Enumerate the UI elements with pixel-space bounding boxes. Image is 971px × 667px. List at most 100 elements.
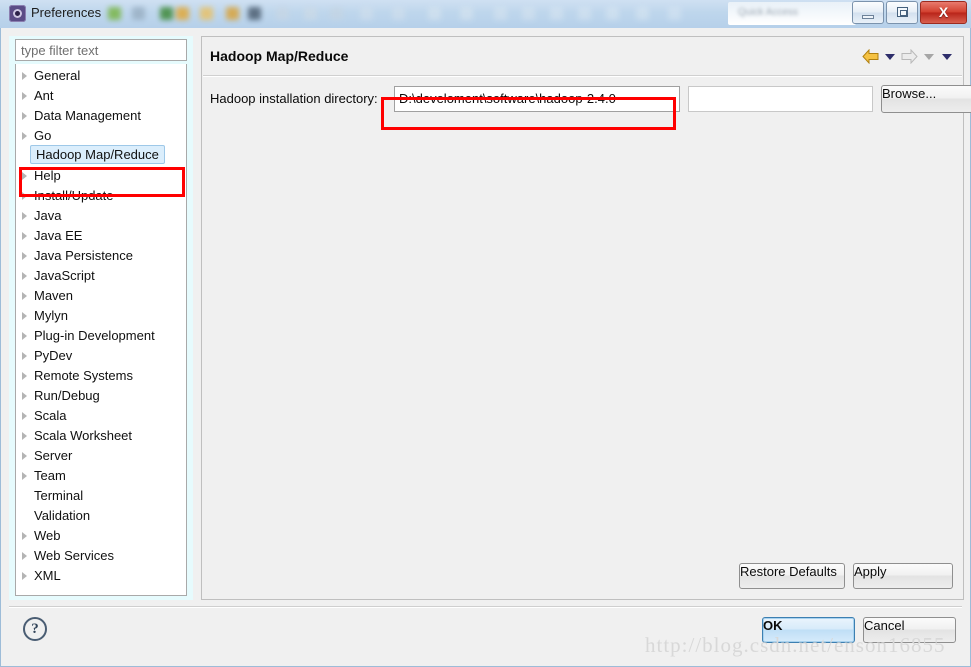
more-menu-chevron-down-icon[interactable] <box>942 53 952 60</box>
maximize-button[interactable] <box>886 1 918 24</box>
sidebar-item-label: Go <box>34 128 52 143</box>
sidebar-item-ant[interactable]: Ant <box>16 86 186 106</box>
sidebar-item-label: General <box>34 68 81 83</box>
back-menu-chevron-down-icon[interactable] <box>885 53 895 60</box>
minimize-icon <box>862 15 874 19</box>
sidebar-item-remote-systems[interactable]: Remote Systems <box>16 366 186 386</box>
sidebar-item-server[interactable]: Server <box>16 446 186 466</box>
sidebar-item-label: Web Services <box>34 548 114 563</box>
back-arrow-icon[interactable] <box>862 48 879 65</box>
preferences-dialog-window: Preferences Quick Access X type filter t… <box>0 0 971 667</box>
apply-button[interactable]: Apply <box>853 563 953 589</box>
expand-arrow-icon[interactable] <box>22 272 27 280</box>
expand-arrow-icon[interactable] <box>22 432 27 440</box>
sidebar-item-java-ee[interactable]: Java EE <box>16 226 186 246</box>
sidebar-item-go[interactable]: Go <box>16 126 186 146</box>
sidebar-item-label: Maven <box>34 288 74 303</box>
expand-arrow-icon[interactable] <box>22 452 27 460</box>
sidebar-item-label: Remote Systems <box>34 368 133 383</box>
close-button[interactable]: X <box>920 1 967 24</box>
dialog-body: type filter text General Ant Data Manageme… <box>0 28 971 667</box>
expand-arrow-icon[interactable] <box>22 472 27 480</box>
sidebar-item-run-debug[interactable]: Run/Debug <box>16 386 186 406</box>
sidebar-item-pydev[interactable]: PyDev <box>16 346 186 366</box>
hadoop-install-dir-label: Hadoop installation directory: <box>210 91 378 106</box>
sidebar-item-label: JavaScript <box>34 268 95 283</box>
sidebar-item-data-management[interactable]: Data Management <box>16 106 186 126</box>
sidebar-item-label: Hadoop Map/Reduce <box>30 145 165 164</box>
sidebar-item-install-update[interactable]: Install/Update <box>16 186 186 206</box>
sidebar-item-java-persistence[interactable]: Java Persistence <box>16 246 186 266</box>
sidebar-item-help[interactable]: Help <box>16 166 186 186</box>
expand-arrow-icon[interactable] <box>22 112 27 120</box>
footer-separator <box>9 606 962 608</box>
sidebar-item-label: Java EE <box>34 228 83 243</box>
filter-input[interactable]: type filter text <box>15 39 187 61</box>
expand-arrow-icon[interactable] <box>22 552 27 560</box>
expand-arrow-icon[interactable] <box>22 572 27 580</box>
expand-arrow-icon[interactable] <box>22 192 27 200</box>
page-action-buttons: Restore Defaults Apply <box>739 563 953 589</box>
filter-placeholder: type filter text <box>21 43 99 58</box>
sidebar-item-label: Plug-in Development <box>34 328 155 343</box>
sidebar-item-mylyn[interactable]: Mylyn <box>16 306 186 326</box>
sidebar-item-general[interactable]: General <box>16 66 186 86</box>
expand-arrow-icon[interactable] <box>22 532 27 540</box>
sidebar-item-java[interactable]: Java <box>16 206 186 226</box>
sidebar-item-scala-worksheet[interactable]: Scala Worksheet <box>16 426 186 446</box>
forward-arrow-icon <box>901 48 918 65</box>
sidebar-item-team[interactable]: Team <box>16 466 186 486</box>
expand-arrow-icon[interactable] <box>22 132 27 140</box>
sidebar-item-javascript[interactable]: JavaScript <box>16 266 186 286</box>
expand-arrow-icon[interactable] <box>22 172 27 180</box>
sidebar-item-label: Team <box>34 468 66 483</box>
window-controls: X <box>852 1 967 24</box>
expand-arrow-icon[interactable] <box>22 332 27 340</box>
minimize-button[interactable] <box>852 1 884 24</box>
sidebar-item-label: Data Management <box>34 108 141 123</box>
expand-arrow-icon[interactable] <box>22 252 27 260</box>
title-bar: Preferences Quick Access X <box>0 0 971 29</box>
browse-button[interactable]: Browse... <box>881 85 971 113</box>
sidebar-item-validation[interactable]: Validation <box>16 506 186 526</box>
preferences-tree[interactable]: General Ant Data Management Go Hadoop Map/Re… <box>15 64 187 596</box>
sidebar-item-xml[interactable]: XML <box>16 566 186 586</box>
quick-access-field[interactable]: Quick Access <box>728 2 856 25</box>
expand-arrow-icon[interactable] <box>22 212 27 220</box>
expand-arrow-icon[interactable] <box>22 292 27 300</box>
page-navigation <box>862 48 954 65</box>
ok-button[interactable]: OK <box>762 617 855 643</box>
sidebar-item-hadoop-map-reduce[interactable]: Hadoop Map/Reduce <box>16 145 186 166</box>
expand-arrow-icon[interactable] <box>22 372 27 380</box>
restore-defaults-button[interactable]: Restore Defaults <box>739 563 845 589</box>
sidebar-item-label: Mylyn <box>34 308 68 323</box>
background-toolbar-icons <box>108 2 728 26</box>
expand-arrow-icon[interactable] <box>22 232 27 240</box>
sidebar-item-label: Server <box>34 448 73 463</box>
sidebar-item-scala[interactable]: Scala <box>16 406 186 426</box>
hadoop-install-dir-value: D:\develoment\software\hadoop-2.4.0 <box>399 91 616 106</box>
expand-arrow-icon[interactable] <box>22 92 27 100</box>
expand-arrow-icon[interactable] <box>22 312 27 320</box>
sidebar-item-label: Scala Worksheet <box>34 428 133 443</box>
cancel-button[interactable]: Cancel <box>863 617 956 643</box>
expand-arrow-icon[interactable] <box>22 392 27 400</box>
sidebar-item-label: Validation <box>34 508 91 523</box>
sidebar-item-terminal[interactable]: Terminal <box>16 486 186 506</box>
sidebar-item-web-services[interactable]: Web Services <box>16 546 186 566</box>
sidebar-item-label: Ant <box>34 88 54 103</box>
sidebar-item-plug-in-development[interactable]: Plug-in Development <box>16 326 186 346</box>
maximize-icon <box>897 7 908 17</box>
help-question-icon[interactable]: ? <box>23 617 47 641</box>
sidebar-item-maven[interactable]: Maven <box>16 286 186 306</box>
sidebar-item-web[interactable]: Web <box>16 526 186 546</box>
hadoop-install-dir-input[interactable]: D:\develoment\software\hadoop-2.4.0 <box>394 86 680 112</box>
expand-arrow-icon[interactable] <box>22 412 27 420</box>
expand-arrow-icon[interactable] <box>22 352 27 360</box>
hadoop-install-dir-input-secondary[interactable] <box>688 86 873 112</box>
sidebar-item-label: PyDev <box>34 348 73 363</box>
title-separator <box>203 75 962 77</box>
close-icon: X <box>938 4 949 20</box>
sidebar-item-label: Scala <box>34 408 67 423</box>
expand-arrow-icon[interactable] <box>22 72 27 80</box>
